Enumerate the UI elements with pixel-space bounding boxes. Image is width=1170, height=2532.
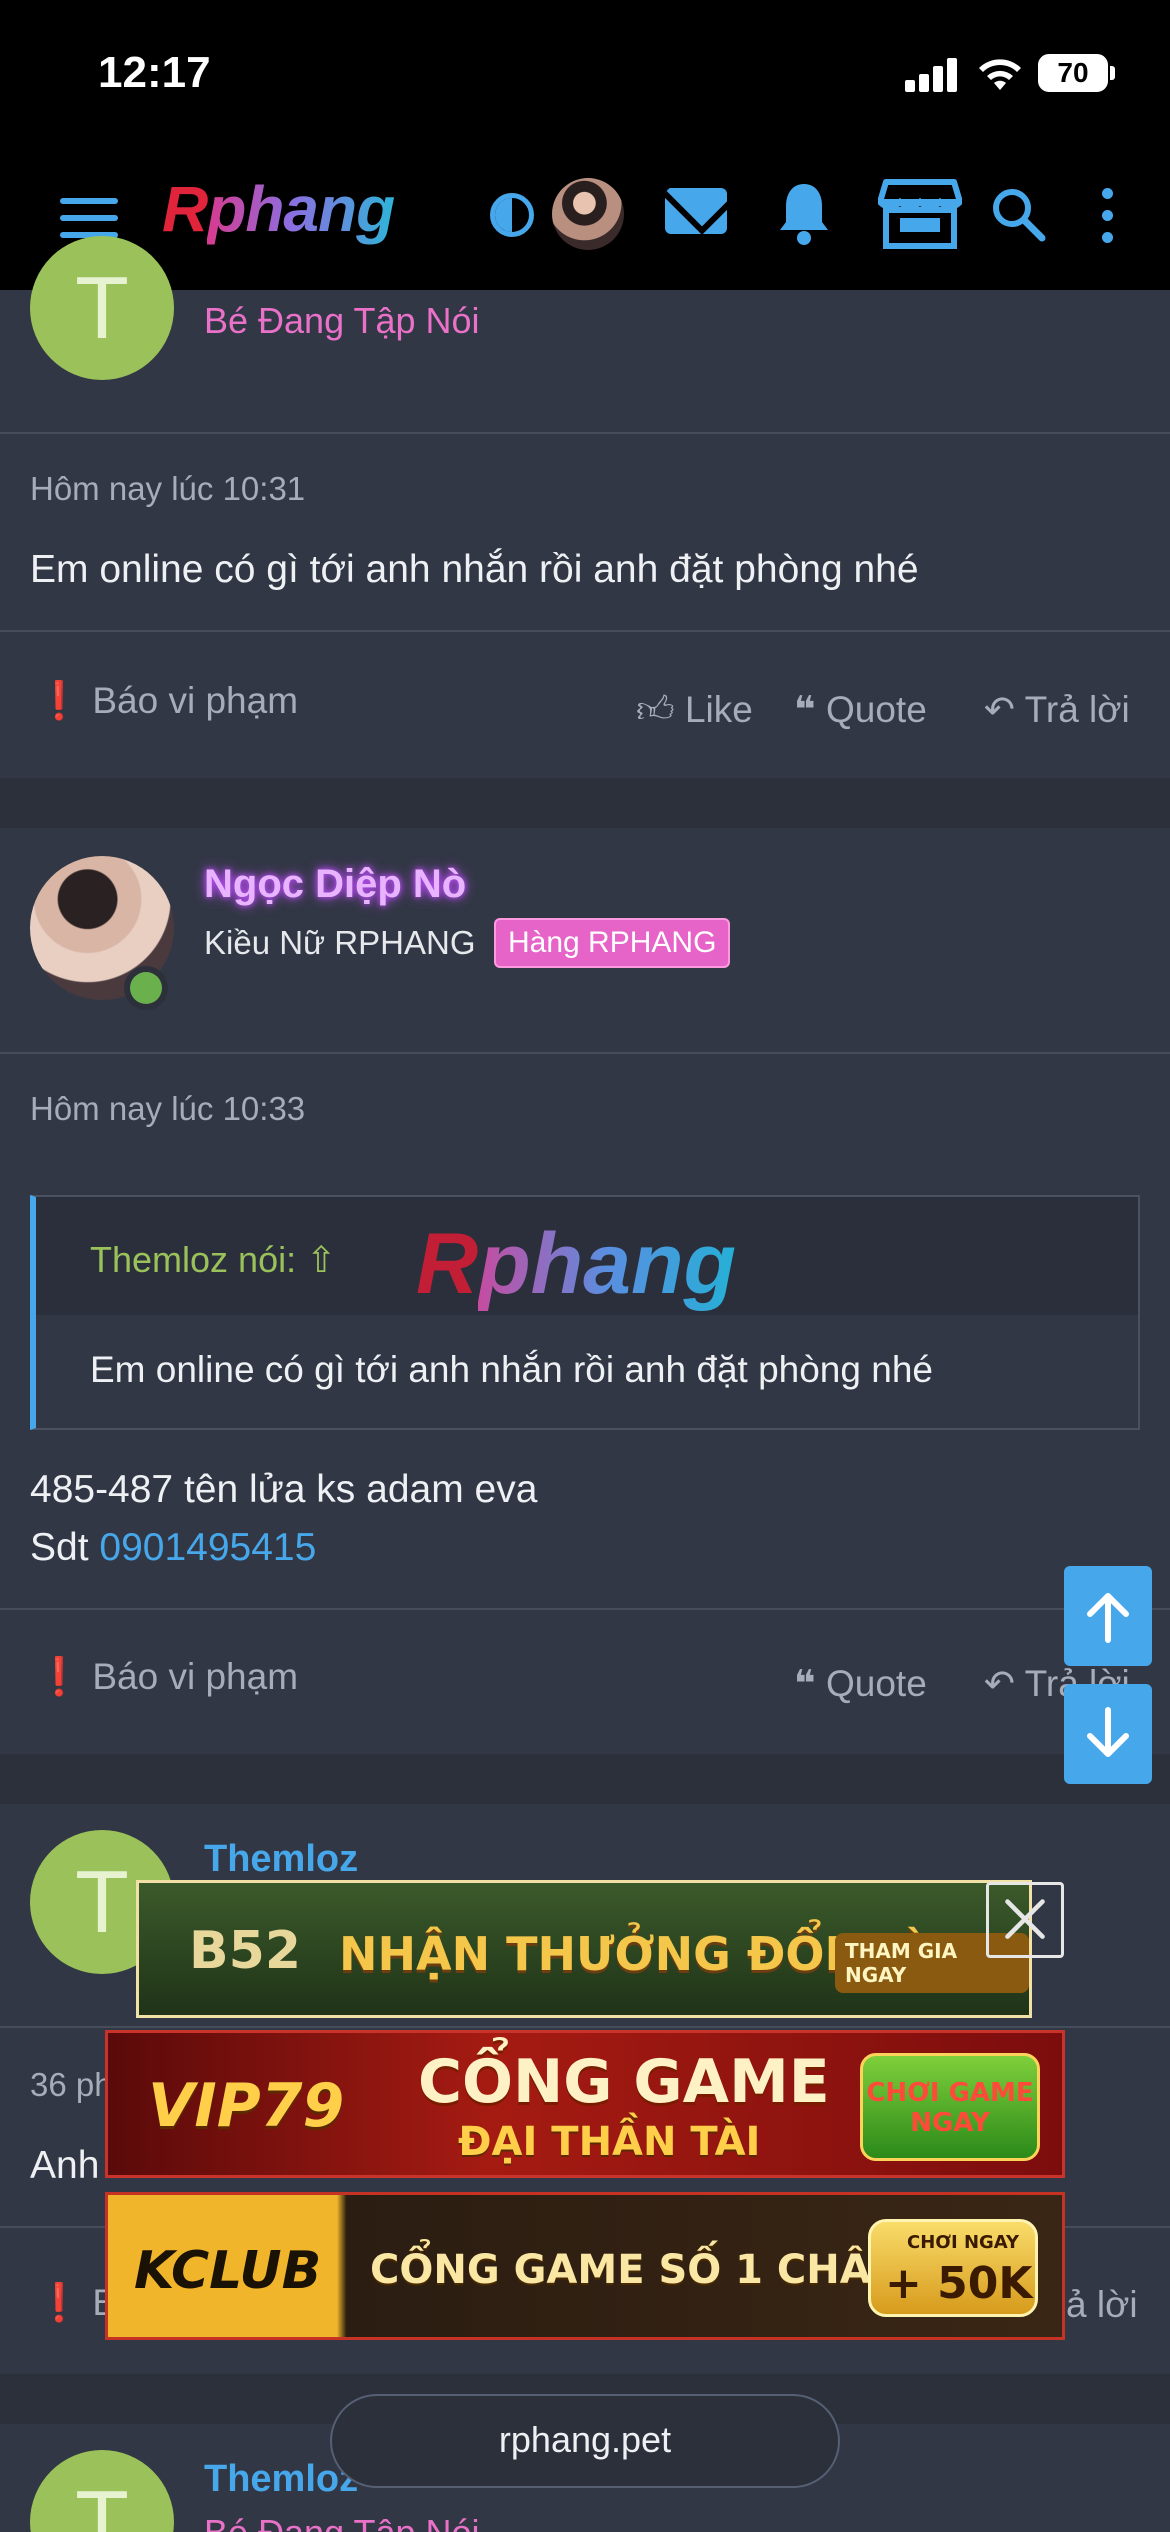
post-timestamp[interactable]: 36 ph [30, 2066, 113, 2104]
signal-icon [905, 58, 957, 92]
divider [0, 2026, 1170, 2028]
reply-icon: ↶ [984, 1663, 1016, 1704]
mail-icon[interactable] [665, 188, 727, 234]
battery-cap [1110, 66, 1115, 80]
reply-button[interactable]: ả lời [1066, 2284, 1138, 2326]
arrow-up-icon [1087, 1593, 1129, 1643]
ad-text: CỔNG GAME SỐ 1 CHÂU Á [370, 2247, 947, 2293]
battery-level: 70 [1057, 57, 1089, 88]
battery-icon: 70 [1038, 54, 1108, 92]
quote-text: Em online có gì tới anh nhắn rồi anh đặt… [90, 1349, 933, 1390]
store-icon[interactable] [878, 178, 962, 250]
ad-banner-b52[interactable]: B52 NHẬN THƯỞNG ĐỔI ĐỜI THAM GIA NGAY [136, 1880, 1032, 2018]
avatar[interactable] [552, 178, 624, 250]
post-line: 485-487 tên lửa ks adam eva [30, 1468, 538, 1511]
site-logo[interactable]: Rphang [162, 172, 395, 246]
ad-text: CỔNG GAME [418, 2047, 830, 2117]
avatar[interactable]: T [30, 236, 174, 380]
reply-button[interactable]: ↶ Trả lời [984, 688, 1130, 731]
arrow-down-icon [1087, 1707, 1129, 1757]
divider [0, 630, 1170, 632]
divider [0, 432, 1170, 434]
post-timestamp[interactable]: Hôm nay lúc 10:31 [30, 470, 305, 508]
status-time: 12:17 [98, 48, 211, 97]
online-status-icon [124, 966, 168, 1010]
ad-cta-top: CHƠI NGAY [907, 2232, 1020, 2253]
ad-brand: KCLUB [134, 2241, 322, 2301]
ad-brand: B52 [189, 1921, 301, 1981]
user-title: Kiều Nữ RPHANG [204, 924, 476, 961]
scroll-top-button[interactable] [1064, 1566, 1152, 1666]
like-button[interactable]: 👍︎ Like [636, 688, 753, 732]
bell-icon[interactable] [776, 180, 832, 246]
post-timestamp[interactable]: Hôm nay lúc 10:33 [30, 1090, 305, 1128]
close-ad-button[interactable] [986, 1882, 1064, 1958]
user-role: Bé Đang Tập Nói [204, 2512, 480, 2532]
more-icon[interactable] [1100, 188, 1114, 244]
user-role: Bé Đang Tập Nói [204, 300, 480, 341]
browser-url-bar[interactable]: rphang.pet [330, 2394, 840, 2488]
arrow-up-circle-icon[interactable]: ⇧ [306, 1239, 336, 1280]
user-badge: Hàng RPHANG [494, 918, 731, 968]
username[interactable]: Themloz [204, 1838, 358, 1881]
search-icon[interactable] [990, 186, 1046, 242]
post-message: Em online có gì tới anh nhắn rồi anh đặt… [30, 548, 919, 591]
post-line: Sdt 0901495415 [30, 1526, 317, 1569]
ad-brand: VIP79 [148, 2071, 345, 2141]
ad-cta[interactable]: CHƠI NGAY + 50K [868, 2219, 1038, 2317]
warning-icon: ❗ [36, 2282, 83, 2323]
quote-button[interactable]: ❝ Quote [794, 1662, 927, 1705]
site-logo: Rphang [416, 1216, 737, 1312]
ad-cta[interactable]: CHƠI GAME NGAY [860, 2053, 1040, 2161]
post-message: Anh [30, 2144, 100, 2187]
username[interactable]: Ngọc Diệp Nò [204, 862, 466, 907]
ad-banner-kclub[interactable]: KCLUB CỔNG GAME SỐ 1 CHÂU Á CHƠI NGAY + … [105, 2192, 1065, 2340]
quote-icon: ❝ [794, 689, 816, 730]
quote-author[interactable]: Themloz nói: ⇧ [90, 1239, 336, 1281]
phone-link[interactable]: 0901495415 [99, 1526, 316, 1569]
quote-button[interactable]: ❝ Quote [794, 688, 927, 731]
username[interactable]: Themloz [204, 2458, 358, 2501]
report-button[interactable]: ❗ Báo vi phạm [36, 1656, 298, 1699]
ad-subtext: ĐẠI THẦN TÀI [458, 2119, 761, 2165]
reply-icon: ↶ [984, 689, 1016, 730]
contrast-icon[interactable] [490, 193, 534, 237]
report-button[interactable]: ❗ Báo vi phạm [36, 680, 298, 723]
divider [0, 1052, 1170, 1054]
ad-banner-vip79[interactable]: VIP79 CỔNG GAME ĐẠI THẦN TÀI CHƠI GAME N… [105, 2030, 1065, 2178]
warning-icon: ❗ [36, 680, 83, 721]
divider [0, 1608, 1170, 1610]
scroll-bottom-button[interactable] [1064, 1684, 1152, 1784]
close-icon [1005, 1899, 1045, 1939]
wifi-icon [979, 59, 1021, 90]
menu-icon[interactable] [60, 198, 118, 238]
quote-icon: ❝ [794, 1663, 816, 1704]
warning-icon: ❗ [36, 1656, 83, 1697]
thumbs-up-icon: 👍︎ [636, 689, 675, 730]
ad-cta-bonus: + 50K [885, 2258, 1033, 2309]
quote-block: Themloz nói: ⇧ Rphang Em online có gì tớ… [30, 1195, 1140, 1430]
